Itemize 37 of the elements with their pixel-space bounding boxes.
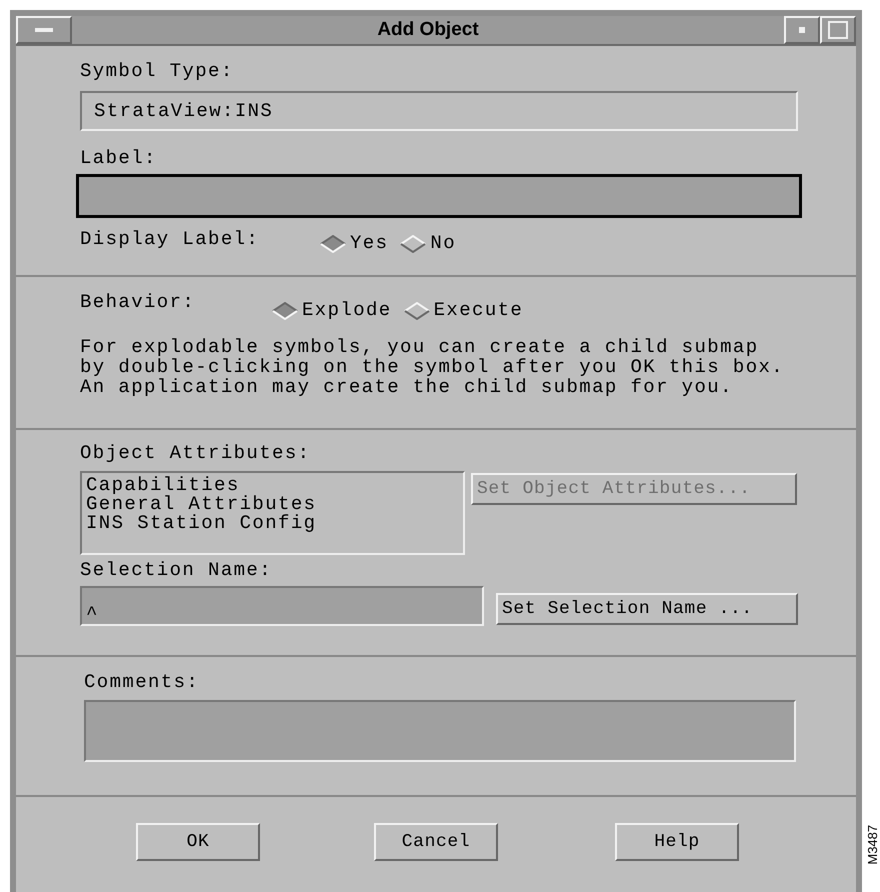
minimize-button[interactable] [784,16,820,44]
radio-icon[interactable] [400,234,426,252]
label-field[interactable] [76,174,802,218]
radio-label[interactable]: Yes [350,234,388,253]
field-label: Display Label: [80,230,260,249]
list-item[interactable]: Capabilities [86,476,463,495]
window-title: Add Object [376,18,480,42]
square-icon [828,21,848,39]
radio-label[interactable]: Explode [302,301,392,320]
push-button[interactable]: Help [615,823,739,861]
help-text: by double-clicking on the symbol after you OK this box. [80,358,786,377]
figure-id: M3487 [864,825,880,865]
field-label: Selection Name: [80,561,274,580]
field-label: Comments: [84,673,200,692]
comments-field[interactable] [84,700,796,762]
symbol-type-field[interactable]: StrataView:INS [80,91,798,131]
push-button[interactable]: Set Selection Name ... [496,593,798,625]
radio-selected-icon[interactable] [320,234,346,252]
text-cursor: ^ [86,605,99,624]
maximize-button[interactable] [820,16,856,44]
push-button[interactable]: Cancel [374,823,498,861]
field-label: Symbol Type: [80,62,235,81]
field-label: Label: [80,149,158,168]
window-menu-button[interactable] [16,16,72,44]
selection-name-field[interactable]: ^ [80,586,484,626]
field-label: Behavior: [80,293,196,312]
radio-selected-icon[interactable] [272,302,298,320]
radio-label[interactable]: No [430,234,456,253]
list-item[interactable]: General Attributes [86,495,463,514]
help-text: For explodable symbols, you can create a child submap [80,338,760,357]
radio-label[interactable]: Execute [434,301,524,320]
help-text: An application may create the child submap for you. [80,378,734,397]
minus-icon [35,28,53,32]
field-label: Object Attributes: [80,444,312,463]
push-button[interactable]: OK [136,823,260,861]
list-item[interactable]: INS Station Config [86,514,463,533]
radio-icon[interactable] [404,302,430,320]
